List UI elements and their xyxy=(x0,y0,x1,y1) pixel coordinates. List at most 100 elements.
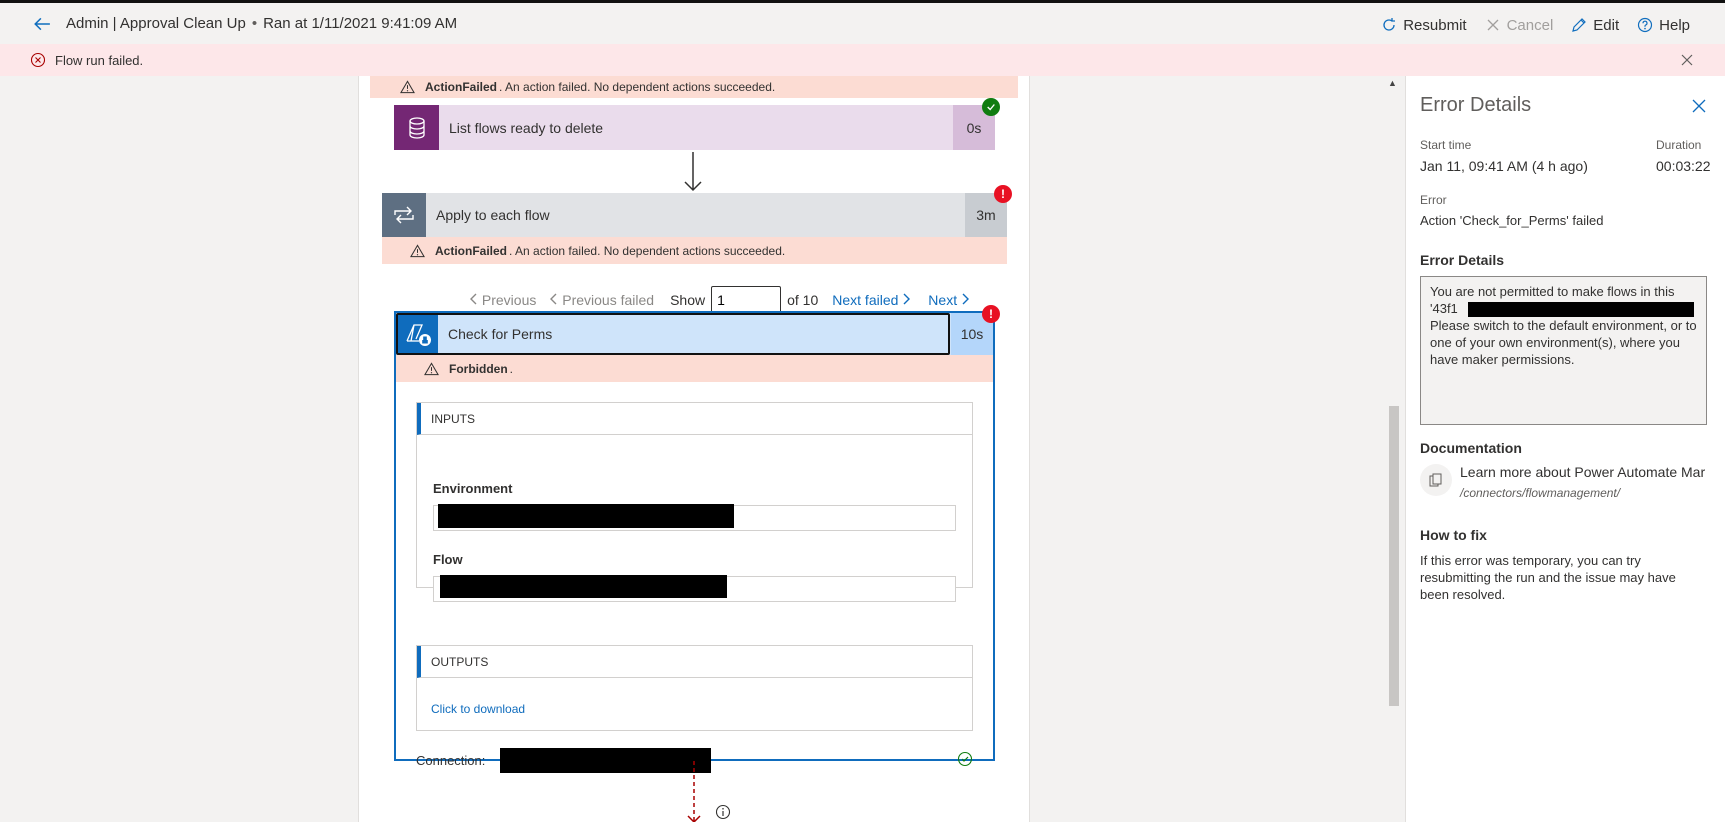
error-details-line1: You are not permitted to make flows in t… xyxy=(1430,284,1675,299)
scroll-up-icon[interactable]: ▲ xyxy=(1388,78,1397,88)
resubmit-label: Resubmit xyxy=(1403,16,1467,34)
scrollbar-thumb[interactable] xyxy=(1389,406,1399,706)
close-icon[interactable] xyxy=(1691,98,1707,114)
next-label: Next xyxy=(928,292,958,308)
flow-canvas: ActionFailed . An action failed. No depe… xyxy=(0,76,1405,822)
error-value: Action 'Check_for_Perms' failed xyxy=(1420,213,1604,228)
action-failed-banner: ActionFailed . An action failed. No depe… xyxy=(370,76,1018,98)
resubmit-button[interactable]: Resubmit xyxy=(1381,16,1467,34)
breadcrumb-separator: • xyxy=(251,15,258,32)
breadcrumb: Admin | Approval Clean Up • Ran at 1/11/… xyxy=(66,15,457,32)
error-circle-icon xyxy=(30,52,46,68)
next-failed-label: Next failed xyxy=(832,292,899,308)
success-check-icon xyxy=(982,98,1000,116)
banner-code: Forbidden xyxy=(449,361,508,376)
connector-arrow-icon xyxy=(684,152,702,192)
environment-label: Environment xyxy=(433,481,513,496)
step-title: List flows ready to delete xyxy=(449,119,604,136)
duration-label: Duration xyxy=(1656,138,1702,152)
redacted-environment-id xyxy=(1468,302,1694,317)
error-details-rest: Please switch to the default environment… xyxy=(1430,318,1697,367)
chevron-right-icon xyxy=(903,293,911,305)
panel-title: Error Details xyxy=(1420,94,1532,116)
info-icon[interactable] xyxy=(715,804,731,820)
help-icon xyxy=(1638,17,1653,33)
next-button[interactable]: Next xyxy=(928,292,969,308)
help-label: Help xyxy=(1659,16,1690,34)
vertical-scrollbar[interactable]: ▲ xyxy=(1386,76,1400,822)
documentation-header: Documentation xyxy=(1420,440,1522,456)
chevron-left-icon xyxy=(550,293,557,305)
command-bar: Resubmit Cancel Edit Help xyxy=(1381,3,1690,47)
failed-alert-icon: ! xyxy=(994,185,1012,203)
chevron-right-icon xyxy=(962,293,969,305)
help-button[interactable]: Help xyxy=(1637,17,1690,34)
show-label: Show xyxy=(670,292,706,308)
connection-ok-icon xyxy=(957,751,973,767)
start-time-label: Start time xyxy=(1420,138,1472,152)
list-flows-step[interactable]: List flows ready to delete 0s xyxy=(394,105,995,150)
apply-to-each-step[interactable]: Apply to each flow 3m xyxy=(382,193,1007,237)
banner-text: . xyxy=(509,361,514,376)
database-icon xyxy=(394,105,439,150)
duration-value: 00:03:22 xyxy=(1656,158,1711,174)
top-bar: Admin | Approval Clean Up • Ran at 1/11/… xyxy=(0,0,1725,44)
document-icon xyxy=(1420,464,1452,496)
edit-button[interactable]: Edit xyxy=(1571,17,1619,34)
outputs-header[interactable]: OUTPUTS xyxy=(417,646,972,678)
how-to-fix-text: If this error was temporary, you can try… xyxy=(1420,553,1676,602)
previous-failed-label: Previous failed xyxy=(562,292,655,308)
connection-label: Connection: xyxy=(416,753,486,768)
back-arrow-icon[interactable] xyxy=(32,14,52,34)
previous-failed-button[interactable]: Previous failed xyxy=(550,292,654,308)
inputs-header[interactable]: INPUTS xyxy=(417,403,972,435)
previous-button[interactable]: Previous xyxy=(470,292,536,308)
redacted-environment xyxy=(438,504,734,528)
step-focus-outline xyxy=(396,313,950,355)
documentation-link[interactable]: Learn more about Power Automate Mar xyxy=(1460,464,1705,480)
iteration-count: of 10 xyxy=(787,292,819,308)
run-info: Ran at 1/11/2021 9:41:09 AM xyxy=(263,15,458,32)
step-title: Apply to each flow xyxy=(436,207,550,223)
how-to-fix-header: How to fix xyxy=(1420,527,1487,543)
error-details-header: Error Details xyxy=(1420,252,1505,268)
action-failed-banner: ActionFailed . An action failed. No depe… xyxy=(382,237,1007,264)
cancel-button[interactable]: Cancel xyxy=(1485,16,1554,34)
flow-label: Flow xyxy=(433,552,463,567)
resubmit-icon xyxy=(1383,18,1396,31)
download-link[interactable]: Click to download xyxy=(431,702,525,716)
warning-icon xyxy=(400,80,415,94)
iteration-input[interactable] xyxy=(711,286,782,314)
warning-icon xyxy=(410,243,425,257)
redacted-flow xyxy=(440,575,727,598)
error-details-textarea[interactable]: You are not permitted to make flows in t… xyxy=(1420,276,1707,425)
environment-id-prefix: '43f1 xyxy=(1430,301,1458,316)
banner-text: . An action failed. No dependent actions… xyxy=(499,80,776,94)
start-time-value: Jan 11, 09:41 AM (4 h ago) xyxy=(1420,158,1588,174)
forbidden-banner: Forbidden . xyxy=(396,355,993,382)
previous-label: Previous xyxy=(481,292,537,308)
close-icon[interactable] xyxy=(1679,52,1695,68)
check-for-perms-step[interactable]: Check for Perms 10s xyxy=(396,313,993,355)
failed-alert-icon: ! xyxy=(982,305,1000,323)
chevron-left-icon xyxy=(470,293,477,305)
cancel-icon xyxy=(1487,19,1499,31)
loop-icon xyxy=(382,193,426,237)
error-details-panel: Error Details Start time Duration Jan 11… xyxy=(1405,76,1725,822)
flow-failed-message: Flow run failed. xyxy=(55,52,144,68)
banner-code: ActionFailed xyxy=(435,243,508,258)
error-details-line2: '43f1 xyxy=(1430,300,1697,317)
error-label: Error xyxy=(1420,193,1447,207)
redacted-connection xyxy=(500,748,711,773)
warning-icon xyxy=(424,361,439,375)
connector-dashed-arrow-icon xyxy=(687,761,701,822)
banner-text: . An action failed. No dependent actions… xyxy=(509,243,786,258)
next-failed-button[interactable]: Next failed xyxy=(832,292,911,308)
flow-failed-bar: Flow run failed. xyxy=(0,44,1725,76)
flow-name: Admin | Approval Clean Up xyxy=(66,15,246,32)
documentation-path: /connectors/flowmanagement/ xyxy=(1460,486,1621,500)
banner-code: ActionFailed xyxy=(425,80,498,94)
cancel-label: Cancel xyxy=(1506,16,1554,34)
pencil-icon xyxy=(1572,18,1587,32)
outputs-section: OUTPUTS Click to download xyxy=(416,645,973,731)
